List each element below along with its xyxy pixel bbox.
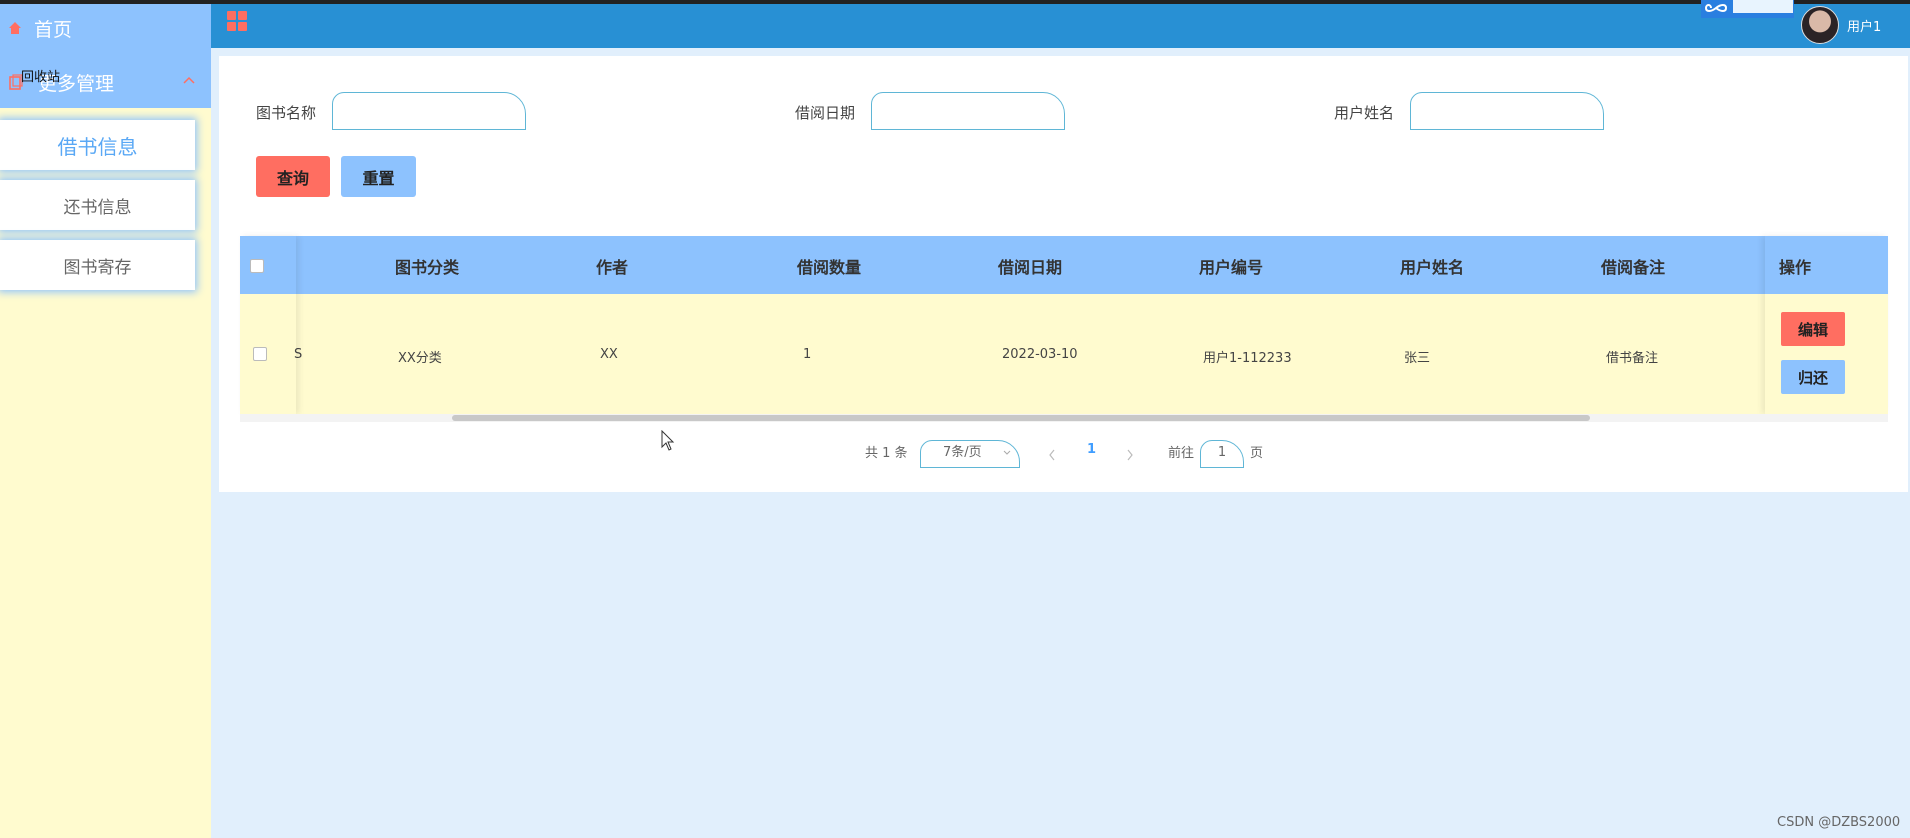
column-header-category[interactable]: 图书分类 — [395, 254, 459, 278]
sidebar-item-label: 借书信息 — [57, 134, 138, 159]
watermark: CSDN @DZBS2000 — [1777, 815, 1901, 830]
column-header-quantity[interactable]: 借阅数量 — [797, 254, 861, 278]
sidebar-item-return-info[interactable]: 还书信息 — [0, 180, 195, 230]
scrollbar-thumb[interactable] — [452, 415, 1590, 421]
borrow-date-input[interactable] — [871, 92, 1065, 130]
top-header: 用户1 — [211, 0, 1910, 48]
cell-user-id: 用户1-112233 — [1203, 351, 1292, 366]
fixed-actions-column: 操作 编辑 归还 — [1765, 236, 1888, 414]
column-header-borrow-date[interactable]: 借阅日期 — [998, 254, 1062, 278]
fixed-left-column — [240, 236, 296, 414]
cell-remark: 借书备注 — [1606, 351, 1659, 366]
sidebar: 首页 更多管理 回收站 借书信息 还书信息 图书寄存 — [0, 4, 211, 838]
prev-page-icon[interactable] — [1048, 449, 1056, 461]
return-button[interactable]: 归还 — [1781, 360, 1845, 394]
column-header-remark[interactable]: 借阅备注 — [1601, 254, 1665, 278]
sidebar-item-home[interactable]: 首页 — [8, 12, 72, 44]
sidebar-menu-header: 首页 更多管理 — [0, 4, 211, 108]
chevron-down-icon — [1003, 450, 1011, 455]
sidebar-item-label: 还书信息 — [63, 197, 132, 218]
query-button[interactable]: 查询 — [256, 156, 330, 197]
pagination-total: 共 1 条 — [865, 446, 908, 461]
edit-button[interactable]: 编辑 — [1781, 312, 1845, 346]
reset-button[interactable]: 重置 — [341, 156, 416, 197]
horizontal-scrollbar[interactable] — [240, 414, 1888, 422]
filter-label-user-name: 用户姓名 — [1334, 104, 1395, 122]
filter-label-book-name: 图书名称 — [256, 104, 317, 122]
sidebar-item-label: 首页 — [34, 18, 73, 41]
table-body: S XX分类 XX 1 2022-03-10 用户1-112233 张三 借书备… — [240, 294, 1888, 414]
sidebar-item-label: 图书寄存 — [63, 257, 132, 278]
column-header-user-id[interactable]: 用户编号 — [1199, 254, 1263, 278]
sidebar-item-book-storage[interactable]: 图书寄存 — [0, 240, 195, 290]
avatar[interactable] — [1801, 6, 1839, 44]
column-header-author[interactable]: 作者 — [596, 254, 628, 278]
column-header-user-name[interactable]: 用户姓名 — [1400, 254, 1464, 278]
book-name-input[interactable] — [332, 92, 526, 130]
user-name-input[interactable] — [1410, 92, 1604, 130]
sidebar-item-borrow-info[interactable]: 借书信息 — [0, 120, 195, 170]
cell-author: XX — [600, 347, 618, 362]
goto-suffix: 页 — [1250, 446, 1264, 461]
next-page-icon[interactable] — [1126, 449, 1134, 461]
goto-prefix: 前往 — [1168, 446, 1195, 461]
filter-label-borrow-date: 借阅日期 — [795, 104, 856, 122]
user-name[interactable]: 用户1 — [1847, 16, 1881, 35]
home-icon — [9, 22, 21, 34]
cell-category: XX分类 — [398, 351, 442, 366]
chevron-up-icon[interactable] — [180, 72, 198, 90]
page-size-select[interactable]: 7条/页 — [920, 440, 1020, 468]
column-header-actions: 操作 — [1779, 258, 1812, 277]
cell-quantity: 1 — [803, 347, 812, 362]
upload-badge-pill — [1733, 0, 1793, 13]
current-page[interactable]: 1 — [1087, 442, 1096, 457]
cell-user-name: 张三 — [1404, 351, 1431, 366]
overlay-tooltip-text: 回收站 — [21, 70, 61, 85]
table-header: 图书分类 作者 借阅数量 借阅日期 用户编号 用户姓名 借阅备注 — [240, 236, 1888, 294]
infinity-icon — [1705, 4, 1727, 12]
upload-badge[interactable] — [1701, 0, 1794, 18]
page-size-value: 7条/页 — [943, 445, 982, 460]
grid-menu-icon[interactable] — [226, 10, 248, 32]
mouse-cursor-icon — [661, 430, 675, 451]
cell-borrow-date: 2022-03-10 — [1002, 347, 1078, 362]
